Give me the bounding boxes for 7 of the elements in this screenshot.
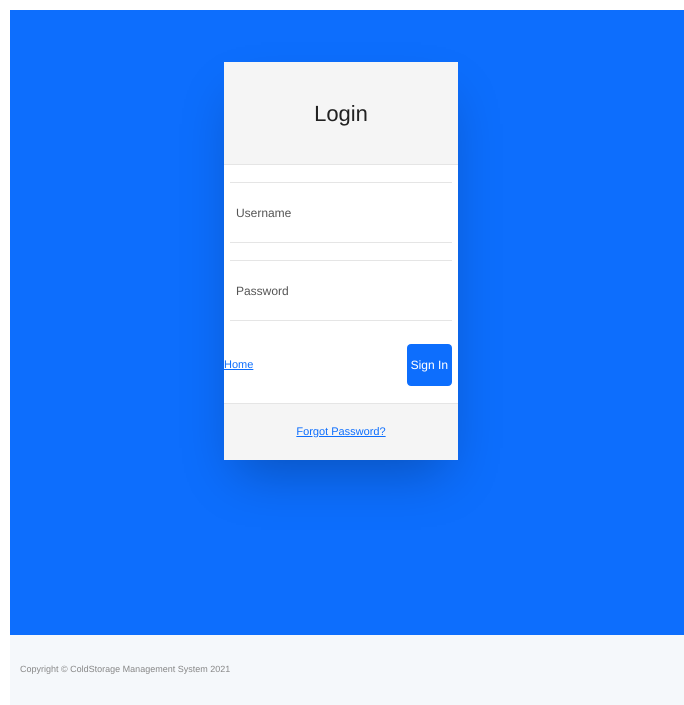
text-field[interactable]: Password [230,260,452,321]
login-title: Login [314,100,368,128]
home-link[interactable]: Home [224,356,254,374]
copyright-text: Copyright © ColdStorage Management System 2021 [20,663,230,676]
text-field[interactable]: Username [230,182,452,243]
sign-in-button[interactable]: Sign In [406,344,452,386]
forgot-password-link[interactable]: Forgot Password? [296,424,386,440]
